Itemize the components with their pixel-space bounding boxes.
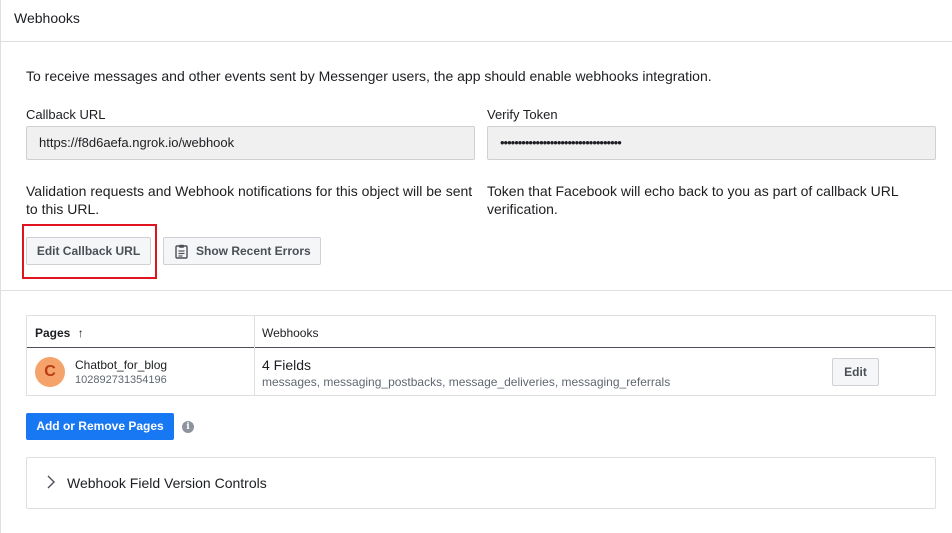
panel-header: Webhooks <box>1 0 952 42</box>
verify-token-field[interactable]: •••••••••••••••••••••••••••••••••• <box>487 126 936 160</box>
page-id: 102892731354196 <box>75 374 167 386</box>
section-divider <box>1 290 952 291</box>
webhook-field-version-controls[interactable]: Webhook Field Version Controls <box>26 457 936 509</box>
page-avatar: C <box>35 357 65 387</box>
info-icon[interactable]: i <box>182 421 194 433</box>
column-separator <box>254 316 255 395</box>
accordion-title: Webhook Field Version Controls <box>67 475 267 491</box>
sort-arrow-icon: ↑ <box>77 326 84 340</box>
webhooks-column-header: Webhooks <box>262 326 319 340</box>
callback-help-text: Validation requests and Webhook notifica… <box>26 183 473 217</box>
pages-table: Pages ↑ Webhooks C Chatbot_for_blog 1028… <box>26 315 936 396</box>
pages-column-header[interactable]: Pages ↑ <box>35 326 84 340</box>
table-header-row: Pages ↑ Webhooks <box>27 316 935 348</box>
callback-url-field[interactable]: https://f8d6aefa.ngrok.io/webhook <box>26 126 475 160</box>
chevron-right-icon <box>47 475 55 489</box>
fields-count: 4 Fields <box>262 357 312 373</box>
webhooks-panel: Webhooks To receive messages and other e… <box>0 0 952 533</box>
clipboard-icon <box>175 244 188 259</box>
callback-url-label: Callback URL <box>26 107 106 122</box>
intro-text: To receive messages and other events sen… <box>26 68 712 84</box>
page-name: Chatbot_for_blog <box>75 358 168 372</box>
panel-title: Webhooks <box>14 10 80 26</box>
verify-token-label: Verify Token <box>487 107 558 122</box>
verify-help-text: Token that Facebook will echo back to yo… <box>487 183 899 217</box>
add-or-remove-pages-button[interactable]: Add or Remove Pages <box>26 413 174 440</box>
fields-list: messages, messaging_postbacks, message_d… <box>262 375 671 389</box>
edit-fields-button[interactable]: Edit <box>832 358 879 386</box>
show-recent-errors-button[interactable]: Show Recent Errors <box>163 237 321 265</box>
highlight-annotation <box>22 224 157 279</box>
show-recent-errors-label: Show Recent Errors <box>196 244 311 258</box>
